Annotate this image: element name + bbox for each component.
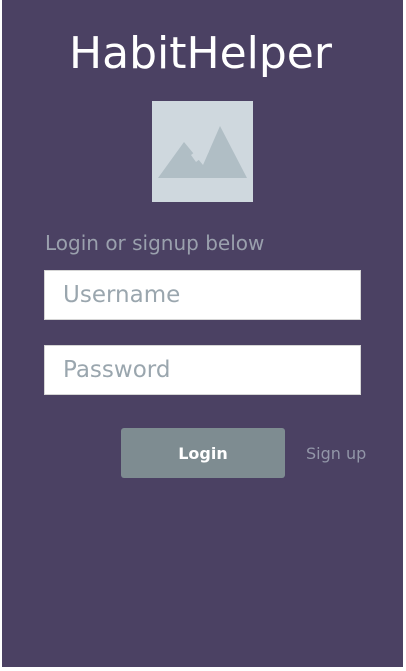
password-input[interactable] (44, 345, 361, 395)
image-placeholder-icon (158, 126, 247, 178)
login-screen: HabitHelper Login or signup below Login … (2, 0, 403, 667)
login-button[interactable]: Login (121, 428, 285, 478)
login-subtitle: Login or signup below (45, 231, 265, 255)
app-title: HabitHelper (69, 28, 332, 79)
signup-link[interactable]: Sign up (306, 444, 366, 464)
logo-image (152, 101, 253, 202)
username-input[interactable] (44, 270, 361, 320)
